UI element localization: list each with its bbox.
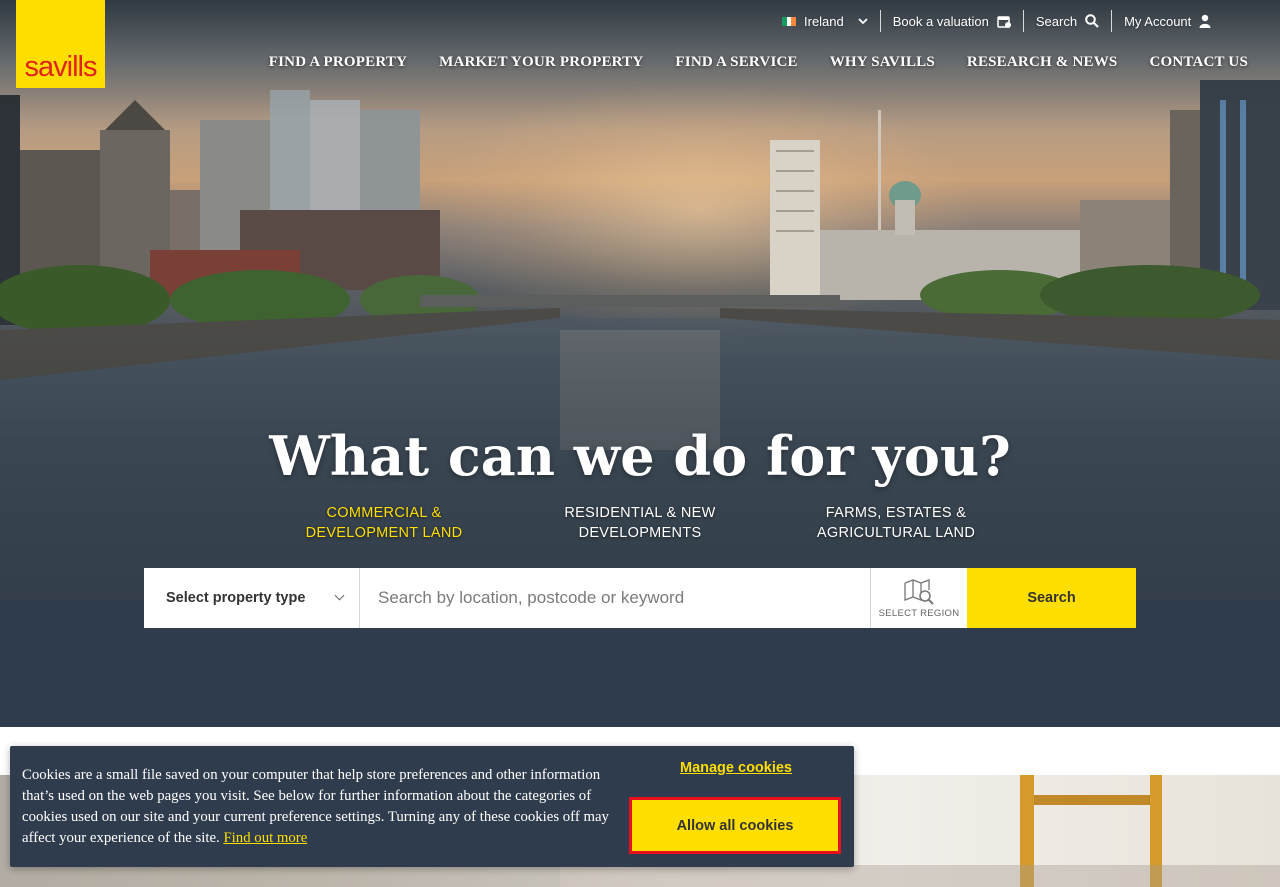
hero-headline: What can we do for you? bbox=[269, 424, 1011, 488]
utility-nav: Ireland Book a valuation Search My Accou… bbox=[770, 10, 1223, 32]
tab-line: DEVELOPMENTS bbox=[578, 525, 702, 541]
cookie-message: Cookies are a small file saved on your c… bbox=[22, 765, 612, 849]
ireland-flag-icon bbox=[782, 16, 797, 26]
search-button[interactable]: Search bbox=[967, 568, 1136, 628]
cookie-banner: Cookies are a small file saved on your c… bbox=[10, 746, 854, 867]
tab-farms-estates-agricultural-land[interactable]: FARMS, ESTATES & AGRICULTURAL LAND bbox=[768, 503, 1024, 543]
calendar-icon bbox=[997, 15, 1011, 28]
nav-why-savills[interactable]: WHY SAVILLS bbox=[814, 54, 951, 71]
country-selector[interactable]: Ireland bbox=[770, 10, 880, 32]
nav-find-a-service[interactable]: FIND A SERVICE bbox=[659, 54, 813, 71]
main-nav: FIND A PROPERTY MARKET YOUR PROPERTY FIN… bbox=[253, 54, 1264, 71]
manage-cookies-link[interactable]: Manage cookies bbox=[630, 760, 842, 776]
logo-wordmark: savills bbox=[24, 51, 98, 83]
chevron-down-icon bbox=[334, 590, 345, 601]
nav-contact-us[interactable]: CONTACT US bbox=[1133, 54, 1264, 71]
chevron-down-icon bbox=[858, 17, 868, 24]
user-icon bbox=[1199, 14, 1211, 28]
location-search-input[interactable] bbox=[360, 568, 870, 628]
map-search-icon bbox=[904, 578, 934, 605]
tab-line: COMMERCIAL & bbox=[326, 505, 442, 521]
property-type-label: Select property type bbox=[166, 590, 306, 606]
hero-banner: savills Ireland Book a valuation Search bbox=[0, 0, 1280, 601]
select-region-button[interactable]: SELECT REGION bbox=[870, 568, 967, 628]
country-label: Ireland bbox=[804, 13, 844, 29]
book-valuation-label: Book a valuation bbox=[892, 13, 989, 29]
cookie-text: Cookies are a small file saved on your c… bbox=[22, 767, 609, 846]
tab-residential-new-developments[interactable]: RESIDENTIAL & NEW DEVELOPMENTS bbox=[512, 503, 768, 543]
sector-tabs: COMMERCIAL & DEVELOPMENT LAND RESIDENTIA… bbox=[256, 503, 1024, 543]
search-icon bbox=[1085, 14, 1099, 28]
tab-line: DEVELOPMENT LAND bbox=[305, 525, 463, 541]
tab-commercial-development-land[interactable]: COMMERCIAL & DEVELOPMENT LAND bbox=[256, 503, 512, 543]
savills-logo[interactable]: savills bbox=[16, 0, 105, 88]
tab-line: AGRICULTURAL LAND bbox=[816, 525, 976, 541]
allow-all-cookies-button[interactable]: Allow all cookies bbox=[629, 797, 841, 854]
property-search-bar: Select property type SELECT REGION Searc… bbox=[144, 568, 1136, 628]
search-label: Search bbox=[1035, 13, 1078, 29]
tab-line: RESIDENTIAL & NEW bbox=[564, 505, 716, 521]
nav-research-news[interactable]: RESEARCH & NEWS bbox=[951, 54, 1134, 71]
select-region-label: SELECT REGION bbox=[878, 607, 960, 619]
book-valuation-link[interactable]: Book a valuation bbox=[881, 10, 1023, 32]
my-account-link[interactable]: My Account bbox=[1112, 10, 1223, 32]
my-account-label: My Account bbox=[1124, 13, 1192, 29]
find-out-more-link[interactable]: Find out more bbox=[223, 830, 307, 846]
search-link[interactable]: Search bbox=[1024, 10, 1111, 32]
tab-line: FARMS, ESTATES & bbox=[825, 505, 967, 521]
nav-find-a-property[interactable]: FIND A PROPERTY bbox=[253, 54, 423, 71]
nav-market-your-property[interactable]: MARKET YOUR PROPERTY bbox=[423, 54, 659, 71]
property-type-select[interactable]: Select property type bbox=[144, 568, 360, 628]
